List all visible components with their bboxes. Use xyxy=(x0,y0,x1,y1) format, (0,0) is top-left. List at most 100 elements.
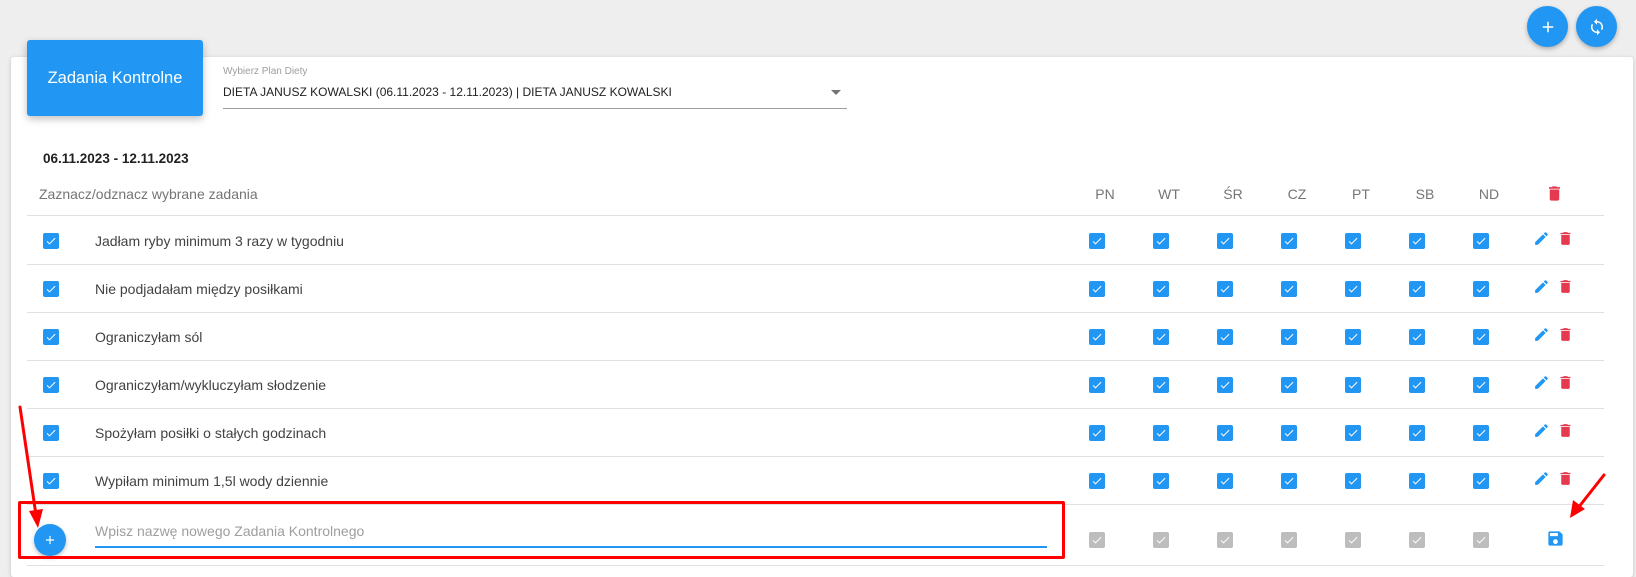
trash-icon xyxy=(1560,232,1571,245)
pencil-icon xyxy=(1535,232,1548,245)
day-header-4: PT xyxy=(1352,186,1370,202)
day-checkbox-PN[interactable] xyxy=(1089,425,1105,441)
edit-button[interactable] xyxy=(1533,374,1550,391)
row-select-checkbox[interactable] xyxy=(43,281,59,297)
day-checkbox-PT[interactable] xyxy=(1345,377,1361,393)
day-checkbox-SB[interactable] xyxy=(1409,377,1425,393)
day-checkbox-SB[interactable] xyxy=(1409,425,1425,441)
task-label: Nie podjadałam między posiłkami xyxy=(95,281,303,297)
day-checkbox-PN[interactable] xyxy=(1089,233,1105,249)
day-header-1: WT xyxy=(1158,186,1180,202)
trash-icon xyxy=(1560,280,1571,293)
pencil-icon xyxy=(1535,328,1548,341)
row-select-checkbox[interactable] xyxy=(43,473,59,489)
table-hint: Zaznacz/odznacz wybrane zadania xyxy=(39,186,258,202)
day-checkbox-CZ[interactable] xyxy=(1281,233,1297,249)
day-checkbox-ŚR[interactable] xyxy=(1217,329,1233,345)
task-label: Ograniczyłam/wykluczyłam słodzenie xyxy=(95,377,327,393)
day-checkbox-WT[interactable] xyxy=(1153,473,1169,489)
day-checkbox-ŚR[interactable] xyxy=(1217,425,1233,441)
day-header-2: ŚR xyxy=(1223,186,1243,202)
day-checkbox-ŚR[interactable] xyxy=(1217,377,1233,393)
day-checkbox-SB[interactable] xyxy=(1409,329,1425,345)
page-title: Zadania Kontrolne xyxy=(27,40,203,116)
add-button[interactable] xyxy=(1527,6,1568,47)
new-task-day-checkbox-ŚR[interactable] xyxy=(1217,532,1233,548)
day-checkbox-ND[interactable] xyxy=(1473,473,1489,489)
day-checkbox-ND[interactable] xyxy=(1473,425,1489,441)
edit-button[interactable] xyxy=(1533,278,1550,295)
day-header-6: ND xyxy=(1478,186,1500,202)
day-checkbox-WT[interactable] xyxy=(1153,377,1169,393)
diet-plan-select[interactable]: Wybierz Plan Diety DIETA JANUSZ KOWALSKI… xyxy=(223,64,847,109)
delete-button[interactable] xyxy=(1557,422,1574,439)
row-select-checkbox[interactable] xyxy=(43,377,59,393)
delete-button[interactable] xyxy=(1557,278,1574,295)
day-checkbox-ND[interactable] xyxy=(1473,329,1489,345)
table-row: Jadłam ryby minimum 3 razy w tygodniu xyxy=(27,217,1604,265)
delete-button[interactable] xyxy=(1557,470,1574,487)
pencil-icon xyxy=(1535,472,1548,485)
day-checkbox-PN[interactable] xyxy=(1089,281,1105,297)
day-checkbox-CZ[interactable] xyxy=(1281,329,1297,345)
day-checkbox-PT[interactable] xyxy=(1345,329,1361,345)
day-checkbox-SB[interactable] xyxy=(1409,473,1425,489)
day-checkbox-PT[interactable] xyxy=(1345,425,1361,441)
trash-icon xyxy=(1548,186,1561,201)
day-checkbox-CZ[interactable] xyxy=(1281,281,1297,297)
day-checkbox-ŚR[interactable] xyxy=(1217,473,1233,489)
day-checkbox-PT[interactable] xyxy=(1345,473,1361,489)
day-checkbox-WT[interactable] xyxy=(1153,329,1169,345)
refresh-button[interactable] xyxy=(1576,6,1617,47)
new-task-day-checkbox-SB[interactable] xyxy=(1409,532,1425,548)
table-header: Zaznacz/odznacz wybrane zadania PN WT ŚR CZ… xyxy=(27,170,1604,216)
save-button[interactable] xyxy=(1546,529,1565,548)
add-task-button[interactable] xyxy=(34,524,66,556)
row-select-checkbox[interactable] xyxy=(43,329,59,345)
edit-button[interactable] xyxy=(1533,470,1550,487)
day-checkbox-PT[interactable] xyxy=(1345,281,1361,297)
day-checkbox-WT[interactable] xyxy=(1153,233,1169,249)
plus-icon xyxy=(45,535,55,545)
new-task-input[interactable] xyxy=(95,516,1047,548)
new-task-day-checkbox-ND[interactable] xyxy=(1473,532,1489,548)
new-task-day-checkbox-PN[interactable] xyxy=(1089,532,1105,548)
table-row: Ograniczyłam/wykluczyłam słodzenie xyxy=(27,361,1604,409)
day-checkbox-PN[interactable] xyxy=(1089,329,1105,345)
new-task-day-checkbox-PT[interactable] xyxy=(1345,532,1361,548)
day-checkbox-PN[interactable] xyxy=(1089,473,1105,489)
row-select-checkbox[interactable] xyxy=(43,425,59,441)
day-checkbox-ND[interactable] xyxy=(1473,281,1489,297)
edit-button[interactable] xyxy=(1533,422,1550,439)
day-checkbox-WT[interactable] xyxy=(1153,425,1169,441)
new-task-day-checkbox-CZ[interactable] xyxy=(1281,532,1297,548)
edit-button[interactable] xyxy=(1533,326,1550,343)
delete-button[interactable] xyxy=(1557,326,1574,343)
day-checkbox-ND[interactable] xyxy=(1473,233,1489,249)
day-checkbox-CZ[interactable] xyxy=(1281,473,1297,489)
day-checkbox-CZ[interactable] xyxy=(1281,425,1297,441)
task-label: Spożyłam posiłki o stałych godzinach xyxy=(95,425,327,441)
day-checkbox-ŚR[interactable] xyxy=(1217,281,1233,297)
day-header-0: PN xyxy=(1095,186,1115,202)
day-checkbox-WT[interactable] xyxy=(1153,281,1169,297)
day-checkbox-CZ[interactable] xyxy=(1281,377,1297,393)
task-label: Ograniczyłam sól xyxy=(95,329,203,345)
date-range: 06.11.2023 - 12.11.2023 xyxy=(43,151,189,166)
save-icon xyxy=(1548,531,1563,546)
row-select-checkbox[interactable] xyxy=(43,233,59,249)
day-checkbox-SB[interactable] xyxy=(1409,233,1425,249)
trash-icon xyxy=(1560,424,1571,437)
day-checkbox-ŚR[interactable] xyxy=(1217,233,1233,249)
day-checkbox-ND[interactable] xyxy=(1473,377,1489,393)
caret-down-icon xyxy=(831,90,841,95)
day-checkbox-PT[interactable] xyxy=(1345,233,1361,249)
new-task-day-checkbox-WT[interactable] xyxy=(1153,532,1169,548)
delete-button[interactable] xyxy=(1557,374,1574,391)
edit-button[interactable] xyxy=(1533,230,1550,247)
day-checkbox-SB[interactable] xyxy=(1409,281,1425,297)
day-checkbox-PN[interactable] xyxy=(1089,377,1105,393)
table-row: Nie podjadałam między posiłkami xyxy=(27,265,1604,313)
delete-selected-button[interactable] xyxy=(1545,184,1564,203)
delete-button[interactable] xyxy=(1557,230,1574,247)
